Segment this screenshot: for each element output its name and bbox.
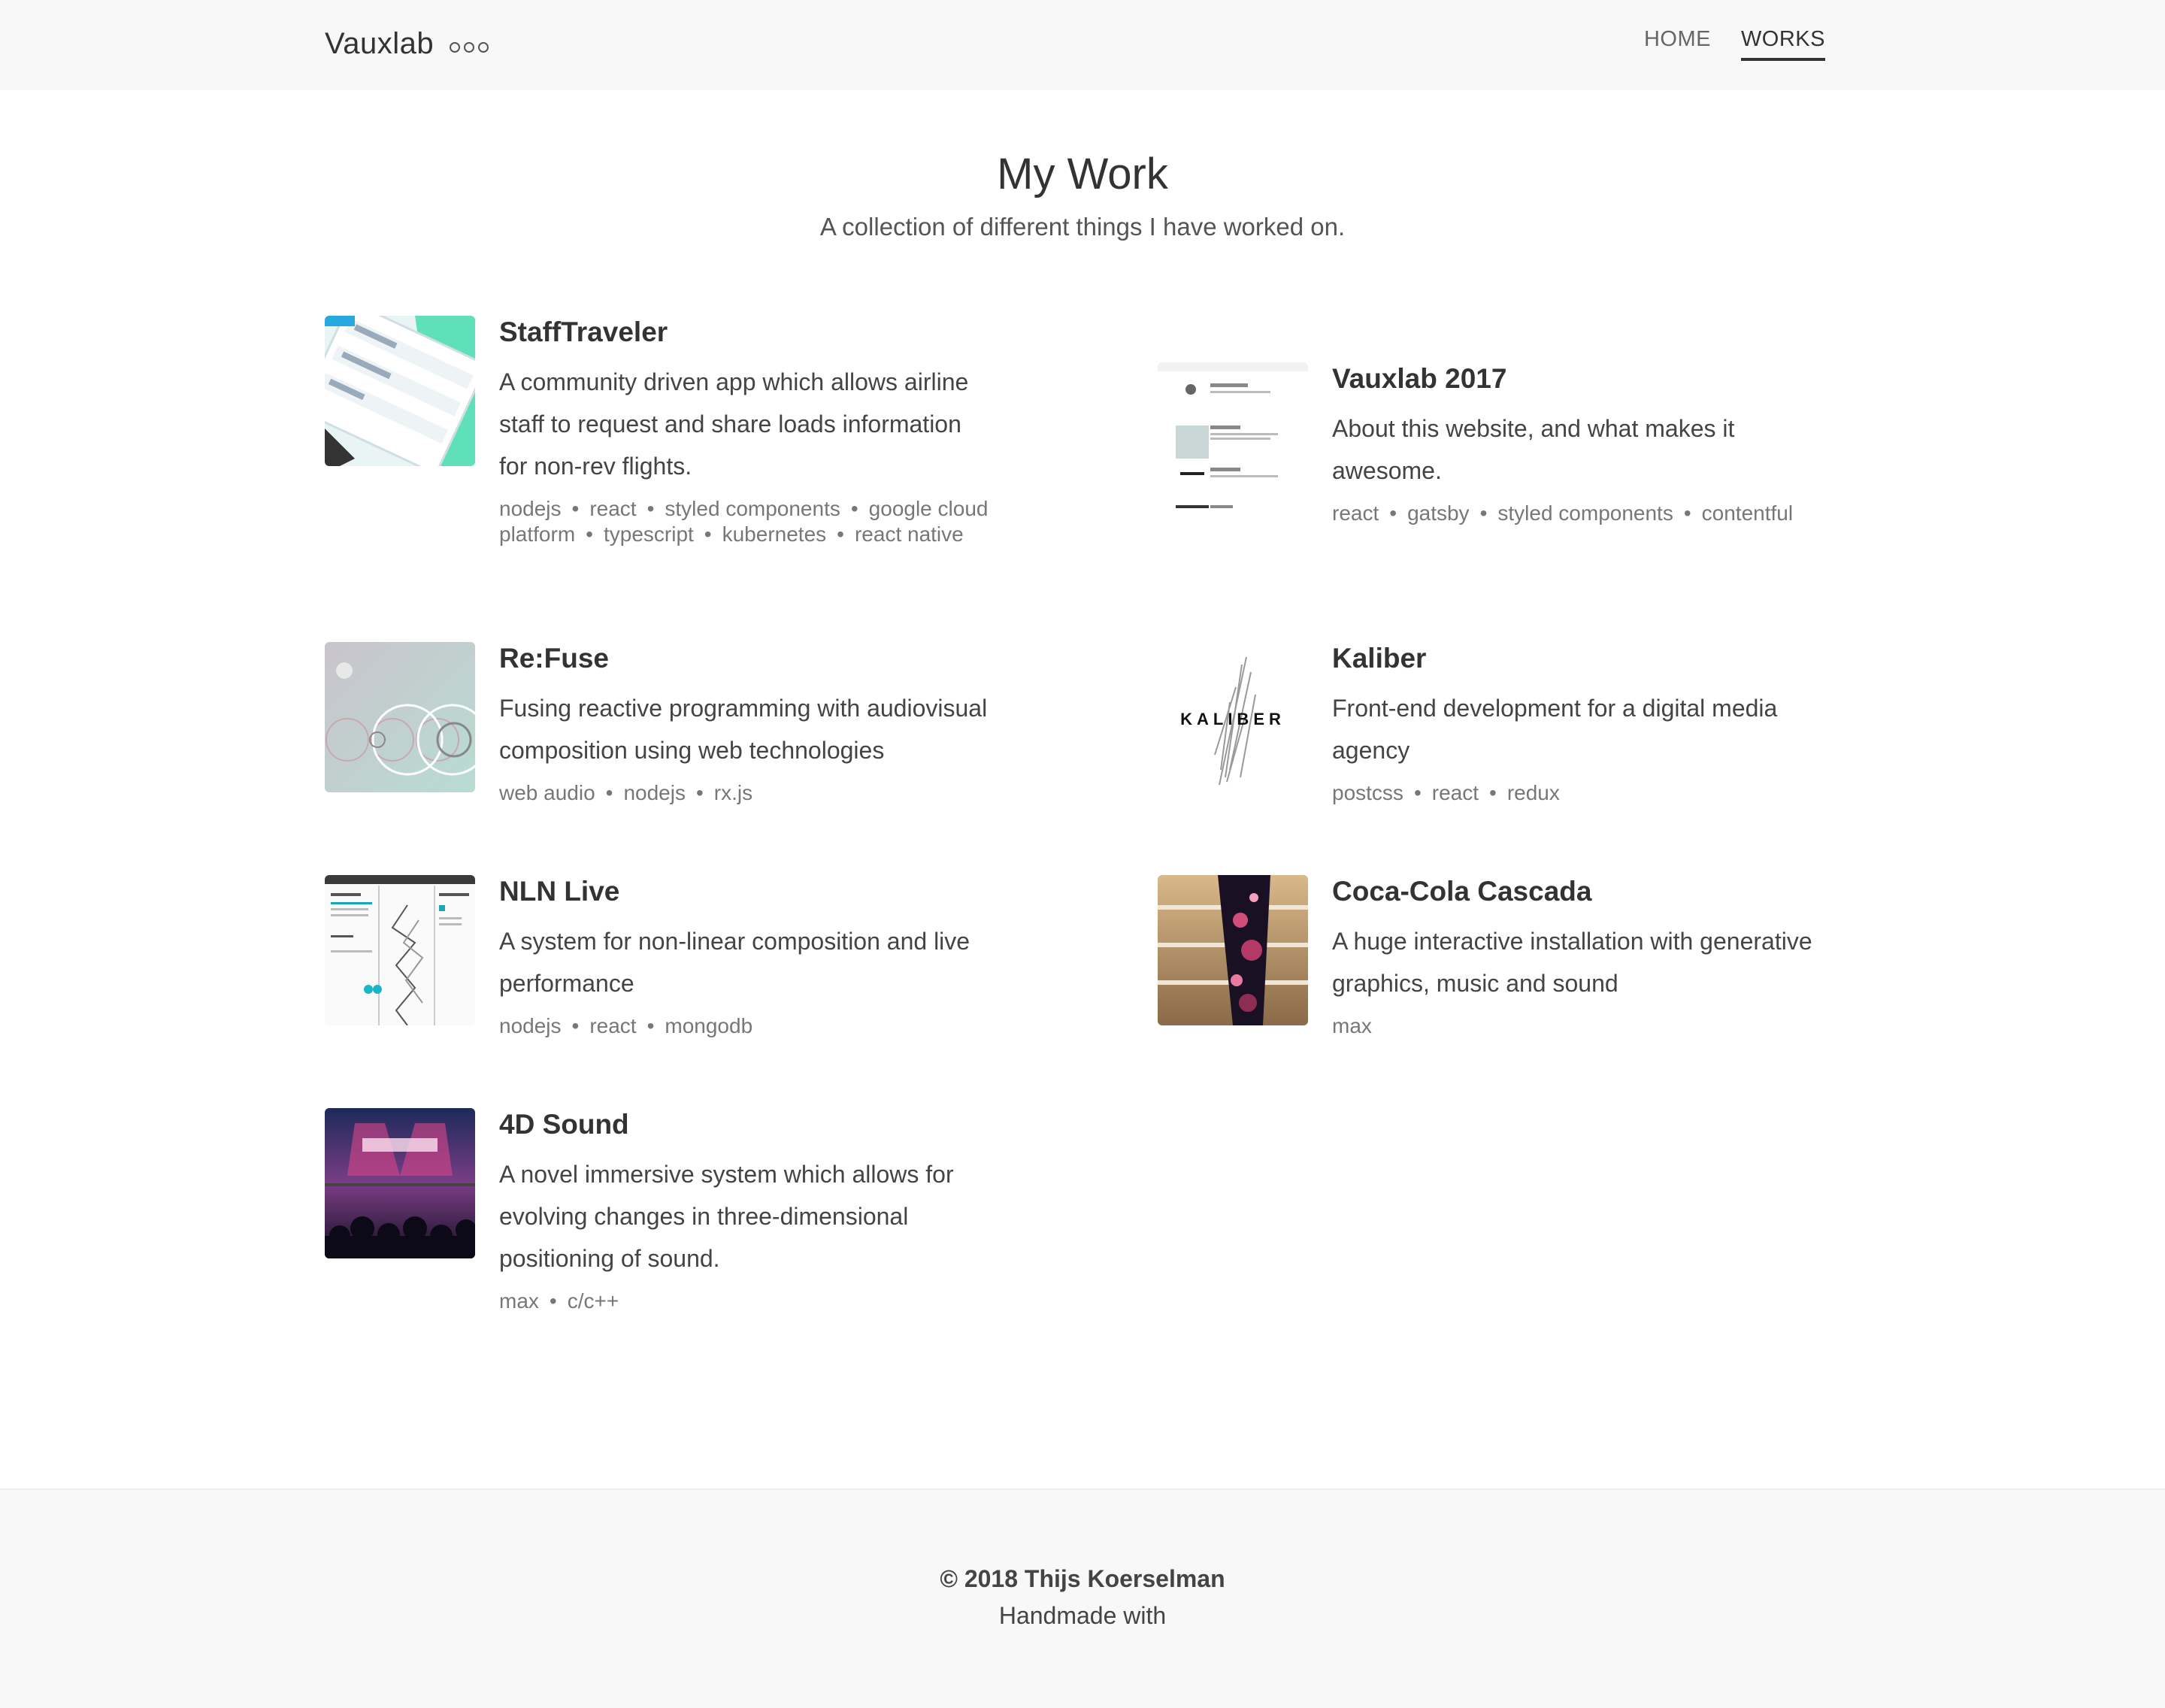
refuse-thumbnail[interactable]	[325, 642, 475, 792]
tag-separator: •	[586, 522, 593, 546]
tag-separator: •	[571, 497, 580, 520]
page-footer: © 2018 Thijs Koerselman Handmade with	[0, 1488, 2165, 1708]
kaliber-thumbnail[interactable]: KALIBER	[1158, 642, 1308, 792]
tag: kubernetes	[722, 522, 827, 546]
tag: c/c++	[567, 1289, 619, 1313]
tag: nodejs	[499, 497, 562, 520]
tag-separator: •	[571, 1014, 580, 1037]
tag-separator: •	[549, 1289, 557, 1313]
tag-separator: •	[1479, 501, 1488, 525]
tag-separator: •	[1413, 781, 1422, 804]
tag: nodejs	[499, 1014, 562, 1037]
menu-dots-icon[interactable]	[450, 42, 489, 53]
site-logo[interactable]: Vauxlab	[325, 27, 434, 61]
tag-separator: •	[704, 522, 712, 546]
tag: gatsby	[1407, 501, 1470, 525]
work-description: Front-end development for a digital medi…	[1332, 695, 1778, 764]
work-tags: max • c/c++	[499, 1289, 1010, 1314]
tag: react	[589, 497, 637, 520]
tag: react	[589, 1014, 637, 1037]
work-title[interactable]: Kaliber	[1332, 642, 1843, 675]
tag-separator: •	[850, 497, 858, 520]
work-title[interactable]: Vauxlab 2017	[1332, 362, 1843, 395]
tag-separator: •	[837, 522, 844, 546]
stafftraveler-thumbnail[interactable]	[325, 316, 475, 466]
work-description: About this website, and what makes it aw…	[1332, 415, 1735, 484]
tag: max	[1332, 1014, 1372, 1037]
work-tags: nodejs • react • mongodb	[499, 1013, 1010, 1039]
work-title[interactable]: 4D Sound	[499, 1108, 1010, 1141]
work-item-stafftraveler[interactable]: StaffTraveler A community driven app whi…	[325, 316, 1001, 547]
tag: styled components	[665, 497, 840, 520]
tag: rx.js	[713, 781, 753, 804]
work-tags: postcss • react • redux	[1332, 780, 1843, 806]
tag: styled components	[1497, 501, 1673, 525]
work-title[interactable]: Coca-Cola Cascada	[1332, 875, 1843, 908]
work-item-nln-live[interactable]: NLN Live A system for non-linear composi…	[325, 875, 1016, 1039]
tag: max	[499, 1289, 539, 1313]
work-description: Fusing reactive programming with audiovi…	[499, 695, 988, 764]
tag: contentful	[1701, 501, 1794, 525]
work-tags: max	[1332, 1013, 1843, 1039]
work-tags: web audio • nodejs • rx.js	[499, 780, 1010, 806]
tag-separator: •	[646, 1014, 655, 1037]
vauxlab-2017-thumbnail[interactable]	[1158, 362, 1308, 513]
nav-link-home[interactable]: HOME	[1644, 27, 1711, 61]
work-item-4d-sound[interactable]: 4D Sound A novel immersive system which …	[325, 1108, 1016, 1314]
work-tags: nodejs • react • styled components • google cl…	[499, 496, 995, 547]
work-item-vauxlab-2017[interactable]: Vauxlab 2017 About this website, and wha…	[1158, 362, 1849, 526]
4d-sound-thumbnail[interactable]	[325, 1108, 475, 1258]
tag: react native	[854, 522, 964, 546]
page-subtitle: A collection of different things I have …	[819, 213, 1346, 241]
work-tags: react • gatsby • styled components • contentfu…	[1332, 501, 1843, 526]
tag: react	[1332, 501, 1379, 525]
tag-separator: •	[646, 497, 655, 520]
tag-separator: •	[1489, 781, 1497, 804]
tag-separator: •	[605, 781, 613, 804]
tag: typescript	[603, 522, 694, 546]
tag-separator: •	[695, 781, 704, 804]
coca-cola-cascada-thumbnail[interactable]	[1158, 875, 1308, 1025]
footer-copyright: © 2018 Thijs Koerselman	[940, 1565, 1225, 1592]
tag: web audio	[499, 781, 595, 804]
tag: postcss	[1332, 781, 1403, 804]
tag: mongodb	[665, 1014, 753, 1037]
work-description: A novel immersive system which allows fo…	[499, 1161, 954, 1272]
tag-separator: •	[1683, 501, 1691, 525]
nln-live-thumbnail[interactable]	[325, 875, 475, 1025]
work-description: A huge interactive installation with gen…	[1332, 928, 1812, 997]
tag: redux	[1506, 781, 1560, 804]
page-title: My Work	[997, 150, 1168, 198]
work-description: A system for non-linear composition and …	[499, 928, 970, 997]
tag: nodejs	[623, 781, 686, 804]
tag-separator: •	[1389, 501, 1397, 525]
work-description: A community driven app which allows airl…	[499, 368, 969, 480]
work-title[interactable]: StaffTraveler	[499, 316, 995, 349]
nav-link-works[interactable]: WORKS	[1740, 27, 1825, 61]
work-item-refuse[interactable]: Re:Fuse Fusing reactive programming with…	[325, 642, 1016, 806]
page-header: My Work A collection of different things…	[0, 149, 2165, 241]
work-item-kaliber[interactable]: KALIBER Kaliber Front-end development fo…	[1158, 642, 1849, 806]
work-title[interactable]: Re:Fuse	[499, 642, 1010, 675]
top-navbar: Vauxlab HOME WORKS	[0, 0, 2165, 90]
work-title[interactable]: NLN Live	[499, 875, 1010, 908]
work-item-coca-cola-cascada[interactable]: Coca-Cola Cascada A huge interactive ins…	[1158, 875, 1849, 1039]
kaliber-logo-text: KALIBER	[1180, 710, 1285, 728]
footer-tagline: Handmade with	[998, 1602, 1167, 1629]
tag: react	[1431, 781, 1479, 804]
main-nav: HOME WORKS	[1644, 27, 1825, 61]
